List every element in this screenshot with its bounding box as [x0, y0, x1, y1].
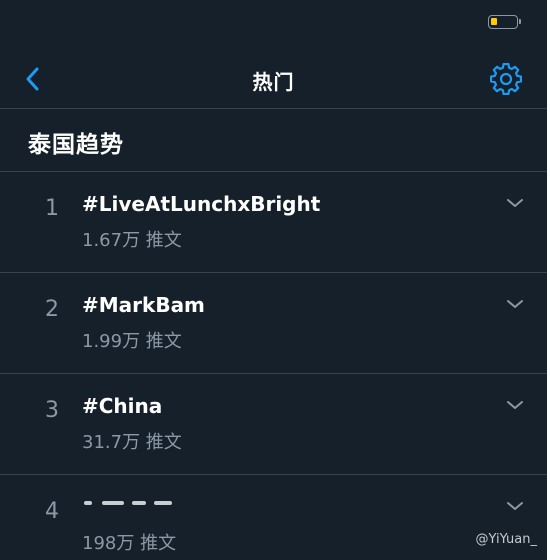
trend-name[interactable]: #China: [82, 394, 162, 418]
trend-rank: 2: [45, 297, 59, 322]
trend-rank: 1: [45, 196, 59, 221]
section-header: 泰国趋势: [0, 109, 547, 172]
chevron-down-icon[interactable]: [506, 197, 524, 209]
chevron-down-icon[interactable]: [506, 500, 524, 512]
trend-name-obscured: [84, 501, 172, 507]
status-bar: [0, 0, 547, 44]
trend-row[interactable]: 1 #LiveAtLunchxBright 1.67万 推文: [0, 172, 547, 273]
chevron-down-icon[interactable]: [506, 399, 524, 411]
trend-name[interactable]: #LiveAtLunchxBright: [82, 192, 320, 216]
trend-tweet-count: 1.99万 推文: [82, 331, 182, 352]
trend-tweet-count: 1.67万 推文: [82, 230, 182, 251]
twitter-trends-screen: 热门 泰国趋势 1 #LiveAtLunchxBright 1.67万 推文 2…: [0, 0, 550, 560]
nav-bar: 热门: [0, 50, 547, 109]
watermark: @YiYuan_: [475, 532, 537, 547]
trend-rank: 3: [45, 398, 59, 423]
section-title: 泰国趋势: [28, 132, 124, 158]
page-title: 热门: [252, 70, 295, 94]
trends-list: 1 #LiveAtLunchxBright 1.67万 推文 2 #MarkBa…: [0, 172, 547, 560]
trend-tweet-count: 198万 推文: [82, 533, 177, 554]
battery-level: [491, 18, 497, 25]
chevron-down-icon[interactable]: [506, 298, 524, 310]
trend-row[interactable]: 4 198万 推文: [0, 475, 547, 560]
gear-icon[interactable]: [490, 63, 522, 95]
battery-icon: [488, 15, 521, 29]
trend-name[interactable]: #MarkBam: [82, 293, 205, 317]
trend-row[interactable]: 3 #China 31.7万 推文: [0, 374, 547, 475]
trend-tweet-count: 31.7万 推文: [82, 432, 182, 453]
trend-row[interactable]: 2 #MarkBam 1.99万 推文: [0, 273, 547, 374]
trend-rank: 4: [45, 499, 59, 524]
